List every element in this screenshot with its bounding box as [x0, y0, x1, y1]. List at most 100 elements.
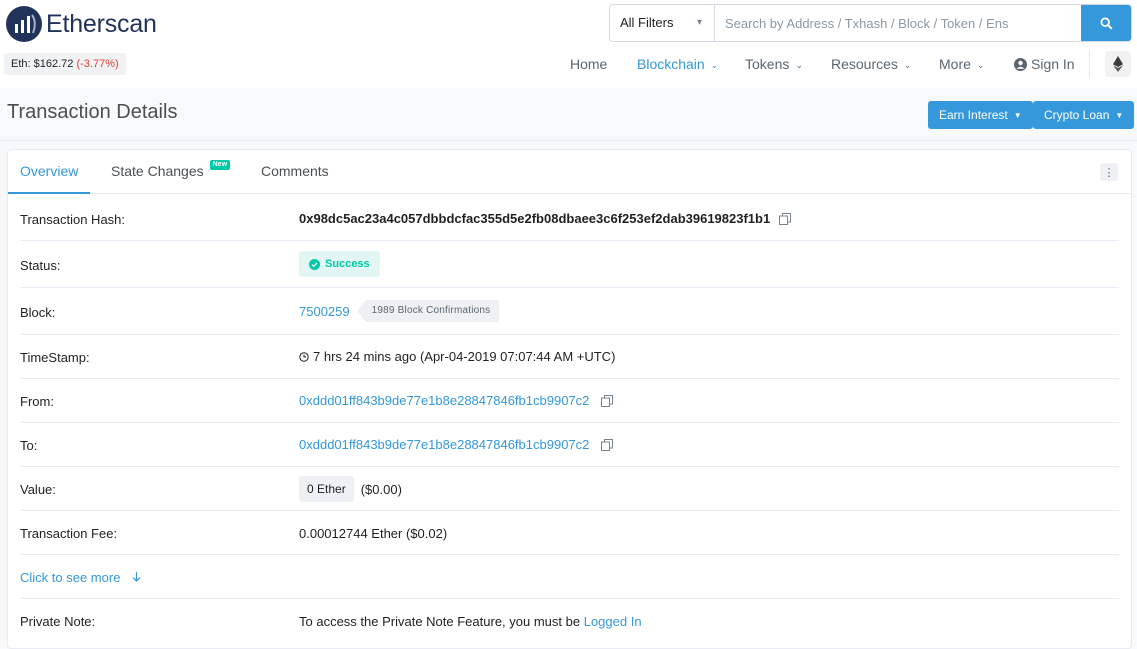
earn-interest-button[interactable]: Earn Interest ▼ — [928, 101, 1033, 129]
tab-bar: Overview State Changes New Comments ⋮ — [8, 150, 1131, 194]
nav-tokens-label: Tokens — [745, 56, 790, 72]
nav-home-label: Home — [570, 56, 608, 72]
to-value-wrap: 0xddd01ff843b9de77e1b8e28847846fb1cb9907… — [299, 437, 614, 452]
detail-row-fee: Transaction Fee: 0.00012744 Ether ($0.02… — [20, 511, 1119, 555]
search-bar: All Filters ▾ — [609, 4, 1132, 42]
top-bar: Etherscan Eth: $162.72 (-3.77%) All Filt… — [0, 0, 1137, 88]
nav-blockchain-label: Blockchain — [637, 56, 705, 72]
fee-label: Transaction Fee: — [20, 526, 118, 541]
more-vertical-icon: ⋮ — [1103, 166, 1115, 179]
timestamp-value-wrap: 7 hrs 24 mins ago (Apr-04-2019 07:07:44 … — [299, 349, 615, 364]
divider — [0, 140, 1137, 141]
usd-amount: ($0.00) — [360, 481, 402, 497]
new-badge: New — [209, 160, 231, 170]
crypto-loan-button[interactable]: Crypto Loan ▼ — [1033, 101, 1135, 129]
chevron-down-icon: ⌄ — [795, 60, 803, 70]
value-label: Value: — [20, 482, 56, 497]
from-label: From: — [20, 394, 54, 409]
copy-icon[interactable] — [601, 438, 614, 451]
note-value-wrap: To access the Private Note Feature, you … — [299, 614, 642, 629]
chevron-down-icon: ⌄ — [903, 60, 912, 70]
detail-row-status: Status: Success — [20, 241, 1119, 288]
search-button[interactable] — [1081, 5, 1131, 41]
see-more-link[interactable]: Click to see more — [20, 570, 141, 585]
transaction-card: Overview State Changes New Comments ⋮ Tra… — [7, 149, 1132, 649]
detail-row-block: Block: 7500259 1989 Block Confirmations — [20, 288, 1119, 335]
nav-divider — [1089, 50, 1090, 78]
tab-overview[interactable]: Overview — [8, 150, 91, 194]
price-value: $162.72 — [33, 58, 74, 70]
ether-amount: 0 Ether — [299, 476, 354, 502]
to-address-link[interactable]: 0xddd01ff843b9de77e1b8e28847846fb1cb9907… — [299, 437, 589, 452]
tab-state-changes-label: State Changes — [111, 163, 204, 179]
tab-comments-label: Comments — [261, 163, 329, 179]
price-label: Eth: — [11, 58, 31, 70]
ethereum-icon — [1113, 56, 1123, 72]
earn-interest-label: Earn Interest — [939, 108, 1008, 122]
status-badge: Success — [299, 251, 380, 277]
detail-row-hash: Transaction Hash: 0x98dc5ac23a4c057dbbdc… — [20, 195, 1119, 241]
copy-icon[interactable] — [779, 212, 792, 225]
brand-logo[interactable]: Etherscan — [6, 6, 157, 42]
block-link[interactable]: 7500259 — [299, 304, 350, 319]
clock-icon — [299, 351, 309, 362]
transaction-hash: 0x98dc5ac23a4c057dbbdcfac355d5e2fb08dbae… — [299, 211, 771, 226]
nav-resources-label: Resources — [831, 56, 898, 72]
detail-row-to: To: 0xddd01ff843b9de77e1b8e28847846fb1cb… — [20, 423, 1119, 467]
block-label: Block: — [20, 305, 56, 320]
value-wrap: 0 Ether ($0.00) — [299, 476, 402, 502]
crypto-loan-label: Crypto Loan — [1044, 108, 1110, 122]
filter-label: All Filters — [620, 15, 674, 30]
status-label: Status: — [20, 258, 61, 273]
timestamp-value: 7 hrs 24 mins ago (Apr-04-2019 07:07:44 … — [313, 349, 616, 364]
nav-more[interactable]: More ⌄ — [939, 52, 984, 77]
tab-comments[interactable]: Comments — [261, 150, 329, 194]
note-text: To access the Private Note Feature, you … — [299, 614, 581, 629]
confirmations-badge: 1989 Block Confirmations — [357, 300, 500, 322]
chevron-down-icon: ▼ — [1013, 111, 1022, 120]
nav-home[interactable]: Home — [570, 52, 607, 76]
from-value-wrap: 0xddd01ff843b9de77e1b8e28847846fb1cb9907… — [299, 393, 614, 408]
nav-resources[interactable]: Resources ⌄ — [831, 52, 911, 77]
nav-sign-in-label: Sign In — [1031, 56, 1075, 72]
see-more-label: Click to see more — [20, 570, 121, 585]
network-button[interactable] — [1105, 51, 1131, 77]
tab-overview-label: Overview — [20, 163, 79, 179]
nav-blockchain[interactable]: Blockchain ⌄ — [637, 52, 718, 77]
page-title: Transaction Details — [7, 101, 178, 123]
search-input[interactable] — [715, 5, 1081, 41]
etherscan-logo-icon — [6, 6, 42, 42]
status-value-wrap: Success — [299, 251, 380, 277]
chevron-down-icon: ⌄ — [710, 60, 719, 70]
nav-sign-in[interactable]: Sign In — [1014, 52, 1075, 76]
chevron-down-icon: ▼ — [1115, 111, 1124, 120]
to-label: To: — [20, 438, 38, 453]
hash-label: Transaction Hash: — [20, 212, 126, 227]
search-filter-select[interactable]: All Filters ▾ — [610, 5, 715, 41]
search-icon — [1099, 16, 1113, 30]
nav-more-label: More — [939, 56, 971, 72]
arrow-down-icon — [132, 572, 141, 582]
block-value-wrap: 7500259 1989 Block Confirmations — [299, 300, 500, 322]
fee-value: 0.00012744 Ether ($0.02) — [299, 526, 448, 541]
hash-value-wrap: 0x98dc5ac23a4c057dbbdcfac355d5e2fb08dbae… — [299, 211, 792, 226]
detail-row-private-note: Private Note: To access the Private Note… — [20, 599, 1119, 643]
price-change: (-3.77%) — [76, 58, 119, 70]
tab-state-changes[interactable]: State Changes New — [111, 150, 231, 194]
nav-tokens[interactable]: Tokens ⌄ — [745, 52, 803, 77]
eth-price-badge: Eth: $162.72 (-3.77%) — [4, 53, 126, 75]
chevron-down-icon: ▾ — [696, 17, 702, 28]
chevron-down-icon: ⌄ — [976, 60, 985, 70]
user-icon — [1014, 58, 1027, 71]
detail-row-timestamp: TimeStamp: 7 hrs 24 mins ago (Apr-04-201… — [20, 335, 1119, 379]
detail-row-value: Value: 0 Ether ($0.00) — [20, 467, 1119, 511]
more-options-button[interactable]: ⋮ — [1100, 163, 1118, 181]
brand-name: Etherscan — [46, 9, 157, 38]
login-link[interactable]: Logged In — [584, 614, 642, 629]
from-address-link[interactable]: 0xddd01ff843b9de77e1b8e28847846fb1cb9907… — [299, 393, 589, 408]
see-more-row: Click to see more — [20, 555, 1119, 599]
note-label: Private Note: — [20, 614, 96, 629]
copy-icon[interactable] — [601, 394, 614, 407]
check-circle-icon — [309, 258, 320, 270]
timestamp-label: TimeStamp: — [20, 350, 90, 365]
